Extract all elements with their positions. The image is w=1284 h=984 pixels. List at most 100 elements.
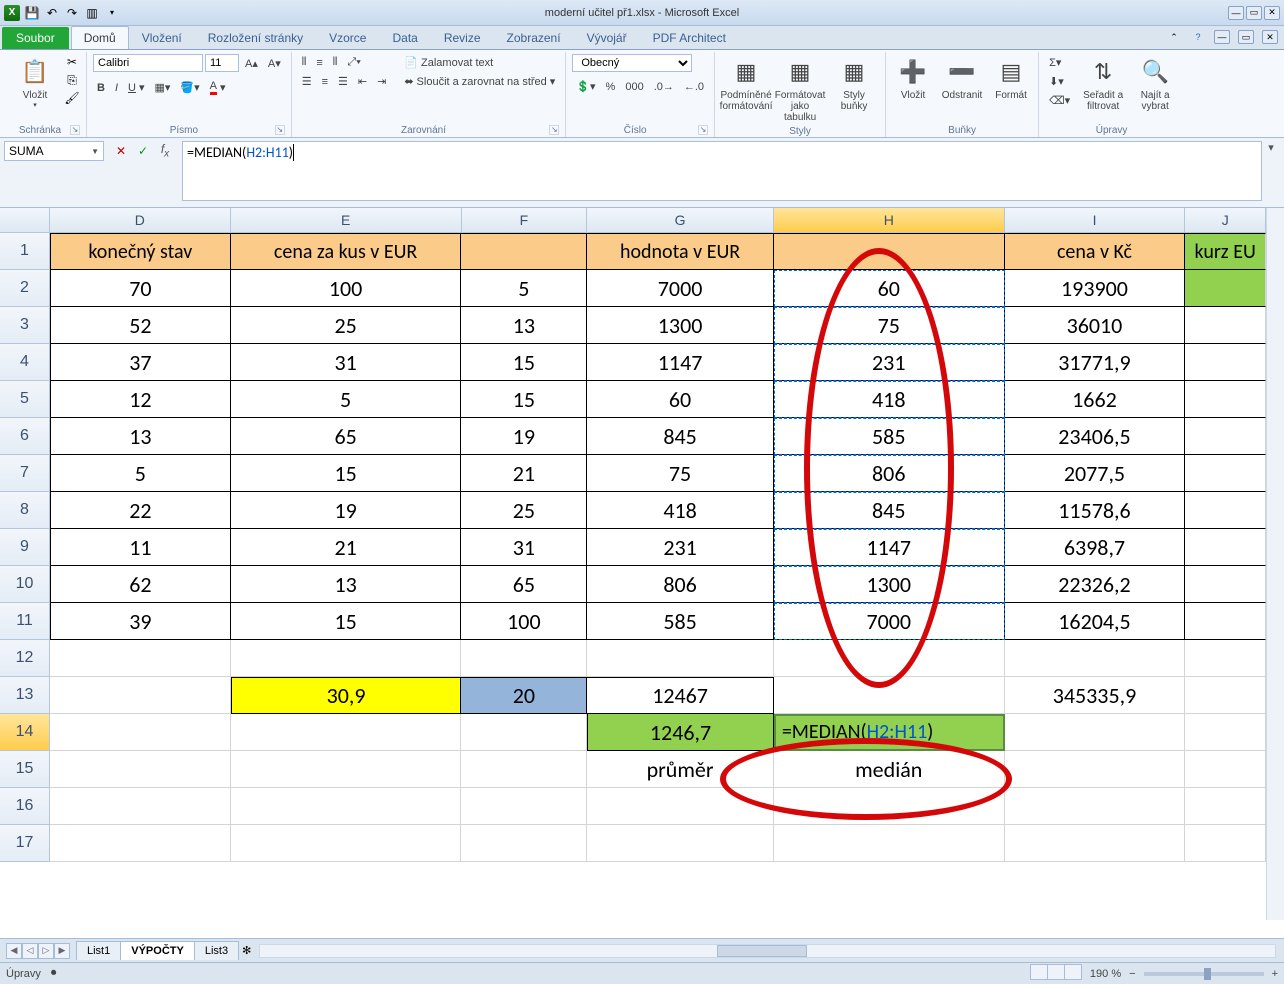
cell[interactable]	[461, 714, 587, 751]
cells-area[interactable]: konečný stavcena za kus v EURhodnota v E…	[50, 233, 1266, 920]
name-box[interactable]: SUMA▼	[4, 141, 104, 161]
cell[interactable]: 31	[231, 344, 462, 381]
shrink-font-icon[interactable]: A▾	[264, 54, 285, 72]
cell[interactable]	[231, 640, 462, 677]
row-header[interactable]: 6	[0, 418, 50, 455]
paste-button[interactable]: 📋Vložit▾	[10, 54, 60, 111]
cell[interactable]	[1185, 640, 1266, 677]
sheet-nav-next-icon[interactable]: ▷	[38, 943, 54, 959]
cell[interactable]	[774, 233, 1005, 270]
row-header[interactable]: 8	[0, 492, 50, 529]
cell[interactable]: 13	[231, 566, 462, 603]
cell[interactable]: 12467	[587, 677, 774, 714]
cell[interactable]	[50, 788, 231, 825]
row-header[interactable]: 13	[0, 677, 50, 714]
copy-icon[interactable]: ⎘	[64, 72, 80, 88]
zoom-out-icon[interactable]: −	[1129, 968, 1135, 980]
wrap-text-button[interactable]: 📄Zalamovat text	[400, 54, 559, 71]
file-tab[interactable]: Soubor	[2, 27, 69, 49]
cell[interactable]: 1246,7	[587, 714, 774, 751]
tab-layout[interactable]: Rozložení stránky	[195, 26, 316, 49]
format-button[interactable]: ▤Formát	[990, 54, 1032, 103]
row-header[interactable]: 1	[0, 233, 50, 270]
vertical-scrollbar[interactable]	[1266, 208, 1284, 920]
cell[interactable]: 70	[50, 270, 231, 307]
tab-insert[interactable]: Vložení	[129, 26, 195, 49]
cell[interactable]: 15	[231, 603, 462, 640]
launcher-icon[interactable]: ↘	[698, 125, 708, 135]
cancel-icon[interactable]: ✕	[112, 142, 130, 160]
cell[interactable]	[774, 677, 1005, 714]
cell[interactable]: 7000	[774, 603, 1005, 640]
cell[interactable]: 22	[50, 492, 231, 529]
sheet-tab[interactable]: VÝPOČTY	[120, 941, 195, 960]
format-table-button[interactable]: ▦Formátovat jako tabulku	[775, 54, 825, 125]
cell[interactable]: 585	[774, 418, 1005, 455]
cell[interactable]: 845	[587, 418, 774, 455]
cell[interactable]	[774, 825, 1005, 862]
cell[interactable]: 100	[461, 603, 587, 640]
align-bottom-icon[interactable]: ⫴	[329, 54, 342, 71]
cell[interactable]	[50, 714, 231, 751]
cell[interactable]	[1185, 307, 1266, 344]
enter-icon[interactable]: ✓	[134, 142, 152, 160]
cell[interactable]	[1185, 788, 1266, 825]
row-header[interactable]: 16	[0, 788, 50, 825]
row-header[interactable]: 10	[0, 566, 50, 603]
cell[interactable]: 1300	[587, 307, 774, 344]
cell[interactable]: 13	[50, 418, 231, 455]
cell[interactable]: 845	[774, 492, 1005, 529]
row-header[interactable]: 4	[0, 344, 50, 381]
cell[interactable]: 60	[587, 381, 774, 418]
delete-button[interactable]: ➖Odstranit	[938, 54, 986, 103]
font-name-input[interactable]	[93, 54, 203, 72]
cell[interactable]	[1185, 270, 1266, 307]
cell[interactable]: 15	[461, 344, 587, 381]
tab-home[interactable]: Domů	[71, 26, 129, 49]
row-header[interactable]: 11	[0, 603, 50, 640]
cell[interactable]: 13	[461, 307, 587, 344]
insert-button[interactable]: ➕Vložit	[892, 54, 934, 103]
tab-pdf[interactable]: PDF Architect	[640, 26, 739, 49]
new-sheet-icon[interactable]: ✻	[242, 944, 251, 957]
cell[interactable]	[1185, 751, 1266, 788]
cell[interactable]: 52	[50, 307, 231, 344]
cell[interactable]: 418	[587, 492, 774, 529]
view-buttons[interactable]	[1031, 964, 1082, 983]
fill-icon[interactable]: ⬇▾	[1045, 73, 1074, 90]
cell[interactable]	[461, 788, 587, 825]
cell[interactable]: 5	[461, 270, 587, 307]
restore-button[interactable]: ▭	[1246, 6, 1262, 20]
save-icon[interactable]: 💾	[24, 5, 40, 21]
zoom-in-icon[interactable]: +	[1272, 968, 1278, 980]
cell[interactable]: 15	[231, 455, 462, 492]
cell[interactable]: 65	[461, 566, 587, 603]
cell[interactable]: 22326,2	[1005, 566, 1186, 603]
cell[interactable]	[231, 788, 462, 825]
launcher-icon[interactable]: ↘	[70, 125, 80, 135]
grow-font-icon[interactable]: A▴	[241, 54, 262, 72]
cell[interactable]	[1185, 381, 1266, 418]
doc-restore-icon[interactable]: ▭	[1238, 30, 1254, 44]
cell[interactable]	[1005, 640, 1186, 677]
cell[interactable]: 5	[231, 381, 462, 418]
borders-button[interactable]: ▦▾	[151, 78, 175, 97]
sheet-nav-prev-icon[interactable]: ◁	[22, 943, 38, 959]
row-header[interactable]: 12	[0, 640, 50, 677]
row-header[interactable]: 3	[0, 307, 50, 344]
inc-decimal-icon[interactable]: .0→	[650, 78, 678, 95]
font-size-input[interactable]	[205, 54, 239, 72]
horizontal-scrollbar[interactable]	[259, 944, 1276, 958]
doc-minimize-icon[interactable]: —	[1214, 30, 1230, 44]
help-icon[interactable]: ?	[1190, 30, 1206, 44]
align-left-icon[interactable]: ☰	[298, 73, 316, 90]
expand-formula-icon[interactable]: ▾	[1262, 141, 1280, 154]
cell[interactable]	[587, 788, 774, 825]
tab-formulas[interactable]: Vzorce	[316, 26, 379, 49]
cell[interactable]: 16204,5	[1005, 603, 1186, 640]
row-header[interactable]: 2	[0, 270, 50, 307]
qat-icon[interactable]: ▥	[84, 5, 100, 21]
cell[interactable]: 1147	[587, 344, 774, 381]
close-button[interactable]: ✕	[1264, 6, 1280, 20]
cell[interactable]	[50, 825, 231, 862]
